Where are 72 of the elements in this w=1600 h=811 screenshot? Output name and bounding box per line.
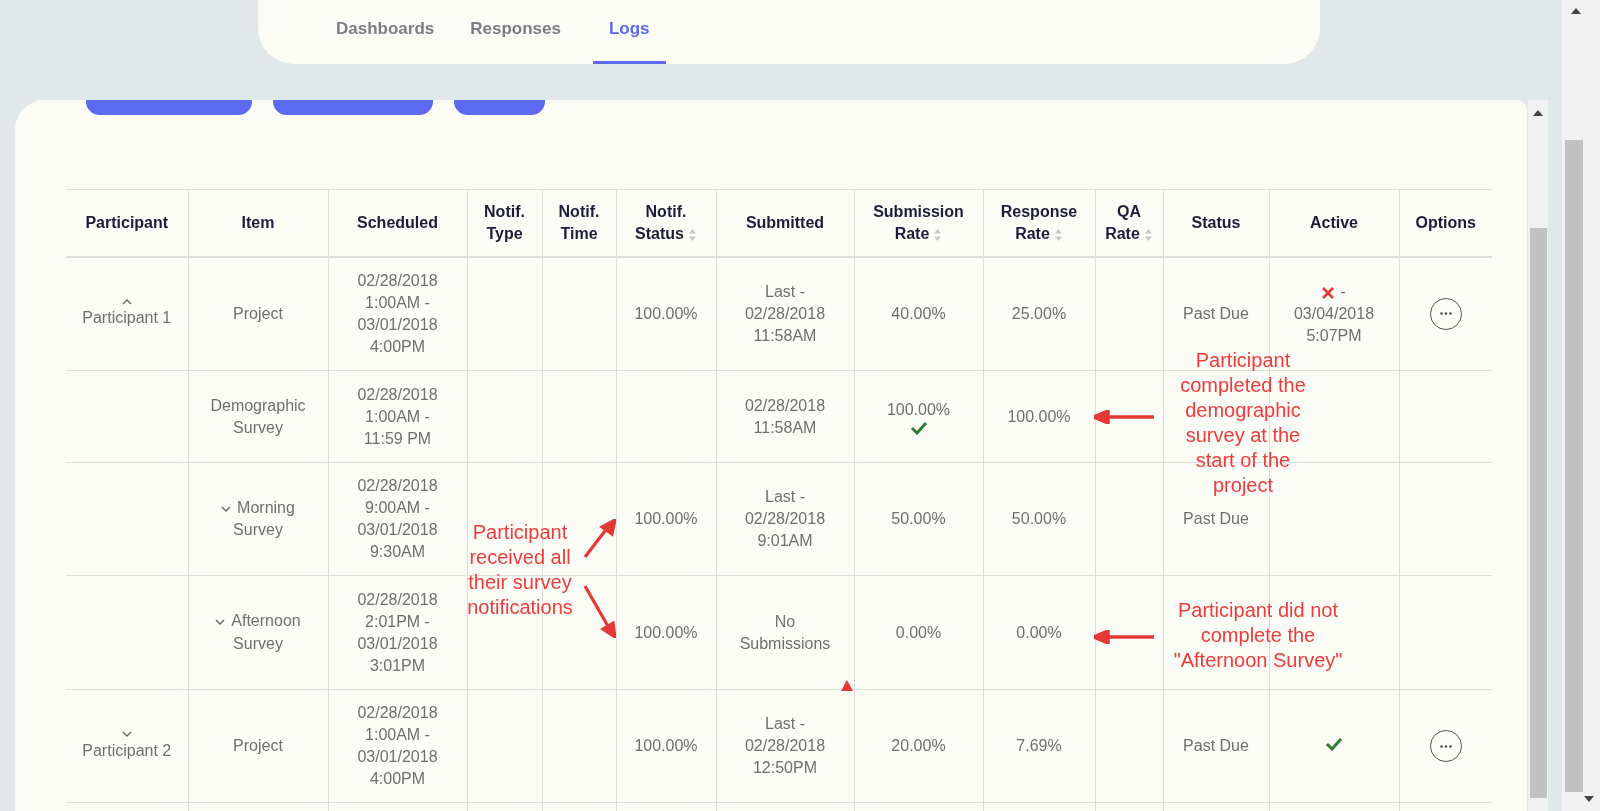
ellipsis-icon <box>1439 744 1452 748</box>
submitted-time: 02/28/2018 11:58AM <box>744 396 826 436</box>
submission-rate: 40.00% <box>891 303 946 324</box>
response-rate: 100.00% <box>1007 407 1071 425</box>
notif-status: 100.00% <box>634 623 698 641</box>
chevron-up-icon[interactable] <box>121 298 132 306</box>
tab[interactable]: Dashboards <box>332 0 439 64</box>
column-header[interactable]: Response Rate <box>983 189 1095 257</box>
submitted-time: Last - 02/28/2018 11:58AM <box>744 282 826 344</box>
submission-rate: 0.00% <box>895 622 942 643</box>
scroll-up-icon[interactable] <box>1533 110 1543 116</box>
item-name[interactable]: Afternoon Survey <box>203 610 313 655</box>
submitted-time: No Submissions <box>739 612 831 652</box>
notif-status: 100.00% <box>634 510 698 527</box>
annotation-arrow <box>1094 630 1156 644</box>
annotation-text: Participant did not complete the "Afternoon Survey" <box>1172 598 1344 673</box>
submitted-time: Last - 02/28/2018 12:50PM <box>744 715 826 776</box>
submission-rate: 50.00% <box>891 509 946 529</box>
submission-rate: 20.00% <box>891 736 946 756</box>
response-rate: 7.69% <box>1016 737 1062 754</box>
notif-status: 100.00% <box>634 737 698 754</box>
annotation-arrow <box>1094 410 1156 424</box>
scroll-down-icon[interactable] <box>1584 796 1594 802</box>
item-name: Project <box>232 736 284 756</box>
item-name: Project <box>232 303 284 324</box>
scheduled-time: 02/28/2018 2:01PM - 03/01/2018 3:01PM <box>356 589 439 676</box>
column-header: Item <box>188 189 328 257</box>
inactive-date: - 03/04/2018 5:07PM <box>1292 281 1376 346</box>
status-text: Past Due <box>1183 510 1249 527</box>
item-name[interactable]: Morning Survey <box>203 496 313 542</box>
column-header[interactable]: Notif. Status <box>616 189 716 257</box>
submitted-time: Last - 02/28/2018 9:01AM <box>744 488 826 549</box>
annotation-arrow <box>582 519 616 559</box>
column-header: Notif. Type <box>467 189 542 257</box>
annotation-arrow <box>582 584 616 638</box>
check-icon <box>909 420 928 435</box>
notif-status: 100.00% <box>634 304 698 322</box>
column-header: Active <box>1269 189 1399 257</box>
chevron-down-icon[interactable] <box>121 730 132 738</box>
status-text: Past Due <box>1183 304 1249 322</box>
status-text: Past Due <box>1183 737 1249 754</box>
column-header: Submitted <box>716 189 854 257</box>
check-icon <box>1325 737 1343 751</box>
arrow-tip-icon <box>841 680 853 691</box>
column-header[interactable]: Submission Rate <box>854 189 983 257</box>
item-name: Demographic Survey <box>209 395 307 438</box>
column-header: Scheduled <box>328 189 467 257</box>
response-rate: 0.00% <box>1016 623 1062 641</box>
chevron-down-icon[interactable] <box>215 619 226 627</box>
submission-rate: 100.00% <box>886 399 951 420</box>
column-header: Options <box>1399 189 1492 257</box>
participant-name: Participant 1 <box>81 308 172 329</box>
scheduled-time: 02/28/2018 1:00AM - 03/01/2018 4:00PM <box>356 703 439 789</box>
scrollbar-thumb[interactable] <box>1565 140 1583 792</box>
scheduled-time: 02/28/2018 1:00AM - 03/01/2018 4:00PM <box>356 270 439 357</box>
scheduled-time: 02/28/2018 9:00AM - 03/01/2018 9:30AM <box>356 476 439 562</box>
response-rate: 25.00% <box>1011 304 1067 322</box>
column-header[interactable]: QA Rate <box>1095 189 1163 257</box>
ellipsis-icon <box>1439 312 1452 316</box>
scroll-up-icon[interactable] <box>1571 8 1581 14</box>
chevron-down-icon[interactable] <box>221 505 232 513</box>
column-header: Status <box>1163 189 1269 257</box>
scrollbar-thumb[interactable] <box>1530 228 1547 798</box>
annotation-text: Participant completed the demographic survey at the start of the project <box>1179 348 1307 498</box>
annotation-text: Participant received all their survey notifications <box>466 520 574 620</box>
tab[interactable]: Responses <box>466 0 565 64</box>
column-header: Notif. Time <box>542 189 616 257</box>
scheduled-time: 02/28/2018 1:00AM - 11:59 PM <box>356 384 439 449</box>
column-header: Participant <box>66 189 188 257</box>
response-rate: 50.00% <box>1011 510 1067 527</box>
participant-name: Participant 2 <box>81 740 172 761</box>
tab[interactable]: Logs <box>592 0 666 64</box>
